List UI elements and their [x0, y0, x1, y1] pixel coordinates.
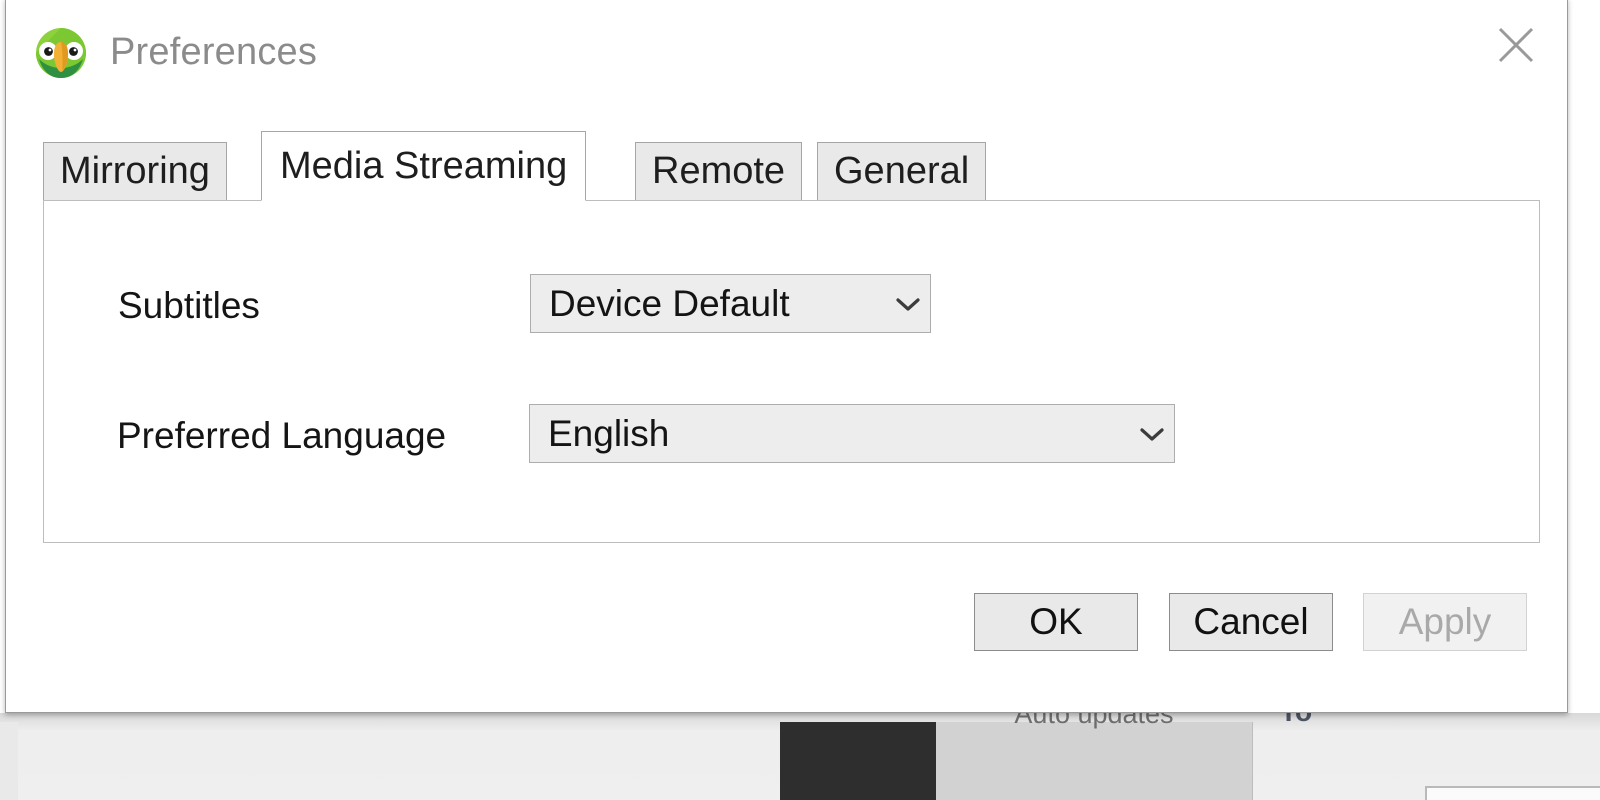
parrot-app-icon: [33, 25, 89, 81]
cancel-button-label: Cancel: [1193, 601, 1309, 642]
apply-button[interactable]: Apply: [1363, 593, 1527, 651]
preferences-dialog: Preferences Mirroring Media Streaming Re…: [5, 0, 1568, 713]
background-dark-block: [780, 722, 936, 800]
dialog-titlebar: Preferences: [6, 0, 1567, 104]
tab-mirroring-label: Mirroring: [60, 150, 210, 192]
tab-remote-label: Remote: [652, 150, 786, 192]
background-bottom-right-box: [1425, 786, 1600, 800]
tab-general[interactable]: General: [817, 142, 987, 201]
preferred-language-dropdown[interactable]: English: [529, 404, 1175, 463]
background-left-strip: [0, 722, 18, 800]
subtitles-label: Subtitles: [118, 285, 260, 326]
chevron-down-icon: [1130, 405, 1174, 462]
ok-button-label: OK: [1029, 601, 1083, 642]
preferred-language-label: Preferred Language: [117, 415, 447, 456]
tab-media-streaming[interactable]: Media Streaming: [261, 131, 587, 201]
background-grey-panel: [936, 722, 1253, 800]
apply-button-label: Apply: [1398, 601, 1492, 642]
chevron-down-icon: [886, 275, 930, 332]
page-title: Preferences: [110, 31, 318, 73]
ok-button[interactable]: OK: [974, 593, 1138, 651]
tab-general-label: General: [834, 150, 970, 192]
close-icon[interactable]: [1487, 16, 1545, 74]
subtitles-dropdown-value: Device Default: [549, 282, 790, 324]
tab-media-streaming-label: Media Streaming: [280, 144, 568, 187]
preferred-language-dropdown-value: English: [548, 412, 670, 454]
screen: Auto updates To: [0, 0, 1600, 800]
tab-remote[interactable]: Remote: [635, 142, 803, 201]
cancel-button[interactable]: Cancel: [1169, 593, 1333, 651]
subtitles-dropdown[interactable]: Device Default: [530, 274, 931, 333]
tab-bar: Mirroring Media Streaming Remote General: [43, 131, 1540, 201]
tab-mirroring[interactable]: Mirroring: [43, 142, 227, 201]
dialog-footer: OK Cancel Apply: [43, 593, 1540, 651]
tab-content-panel: Subtitles Device Default Preferred Langu…: [43, 200, 1540, 543]
